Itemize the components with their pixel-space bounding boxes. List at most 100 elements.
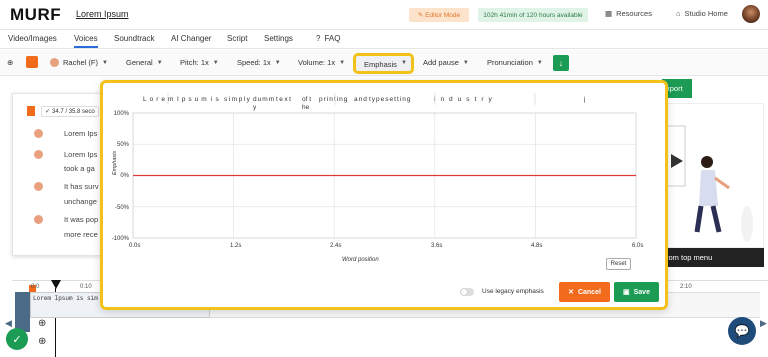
volume-label: Volume: 1x	[298, 58, 336, 67]
block-type-button[interactable]	[26, 56, 38, 68]
script-block: ✓ 34.7 / 35.8 seco Lorem Ips Lorem Ips t…	[12, 93, 107, 256]
add-track-icon[interactable]: ⊕	[38, 318, 46, 329]
x-tick-label: 0.0s	[129, 243, 141, 249]
resources-label: Resources	[616, 9, 652, 18]
pitch-label: Pitch: 1x	[180, 58, 209, 67]
voice-label: Rachel (F)	[63, 58, 99, 67]
reset-button[interactable]: Reset	[606, 258, 631, 270]
chevron-down-icon: ▼	[339, 59, 346, 66]
chevron-down-icon: ▼	[536, 59, 543, 66]
check-icon: ✓	[45, 109, 51, 115]
chevron-down-icon: ▼	[462, 59, 469, 66]
studio-home-label: Studio Home	[684, 9, 728, 18]
chevron-down-icon: ▼	[212, 59, 219, 66]
murf-logo[interactable]: MURF	[10, 5, 61, 25]
playhead-icon[interactable]	[51, 280, 61, 289]
speed-select[interactable]: Speed: 1x ▼	[237, 58, 281, 67]
main-tabs: Video/Images Voices Soundtrack AI Change…	[0, 30, 768, 49]
tab-soundtrack[interactable]: Soundtrack	[114, 34, 154, 43]
track-handle[interactable]	[15, 292, 30, 332]
emphasis-chart[interactable]	[103, 83, 671, 263]
time-available-badge: 102h 41min of 120 hours available	[478, 8, 588, 22]
add-pause-select[interactable]: Add pause ▼	[423, 58, 469, 67]
tab-ai-changer[interactable]: AI Changer	[171, 34, 211, 43]
script-line[interactable]: took a ga	[64, 164, 95, 173]
add-track-icon[interactable]: ⊕	[38, 336, 46, 347]
user-avatar[interactable]	[742, 5, 760, 23]
timeline-tick: 0:10	[80, 284, 92, 290]
y-tick-label: 50%	[116, 142, 129, 148]
studio-home-link[interactable]: ⌂ Studio Home	[676, 9, 728, 18]
y-tick-label: -100%	[111, 236, 129, 242]
pitch-select[interactable]: Pitch: 1x ▼	[180, 58, 219, 67]
download-icon[interactable]: ↓	[553, 55, 569, 71]
script-line[interactable]: It has surv	[64, 182, 99, 191]
y-tick-label: 100%	[113, 111, 129, 117]
project-title[interactable]: Lorem Ipsum	[76, 9, 129, 19]
x-tick-label: 6.0s	[632, 243, 644, 249]
speed-label: Speed: 1x	[237, 58, 271, 67]
add-pause-label: Add pause	[423, 58, 459, 67]
tab-video-images[interactable]: Video/Images	[8, 34, 57, 43]
speaker-avatar[interactable]	[34, 182, 43, 191]
top-bar: MURF Lorem Ipsum ✎ Editor Mode 102h 41mi…	[0, 0, 768, 30]
speaker-avatar[interactable]	[34, 129, 43, 138]
save-button[interactable]: ▣ Save	[614, 282, 659, 302]
tab-faq[interactable]: ? FAQ	[316, 34, 340, 43]
script-line[interactable]: Lorem Ips	[64, 129, 97, 138]
y-tick-label: -50%	[114, 205, 129, 211]
speaker-avatar[interactable]	[34, 215, 43, 224]
style-select[interactable]: General ▼	[126, 58, 163, 67]
volume-select[interactable]: Volume: 1x ▼	[298, 58, 345, 67]
emphasis-modal: Lorem Ipsum is simply dumm y text of t h…	[100, 80, 668, 310]
chevron-down-icon: ▼	[400, 60, 407, 66]
x-tick-label: 4.8s	[531, 243, 543, 249]
resources-icon: ▦	[605, 9, 613, 18]
editor-mode-badge[interactable]: ✎ Editor Mode	[409, 8, 469, 22]
emphasis-label: Emphasis	[364, 60, 397, 69]
tab-settings[interactable]: Settings	[264, 34, 293, 43]
voice-select[interactable]: Rachel (F) ▼	[50, 58, 108, 67]
pronunciation-label: Pronunciation	[487, 58, 533, 67]
style-label: General	[126, 58, 153, 67]
scroll-left-icon[interactable]: ◀	[5, 318, 12, 329]
check-circle-icon[interactable]: ✓	[6, 328, 28, 350]
block-icon	[27, 106, 35, 116]
script-line[interactable]: unchange	[64, 197, 97, 206]
tab-voices[interactable]: Voices	[74, 34, 98, 48]
legacy-emphasis-toggle[interactable]	[460, 288, 474, 296]
cancel-button[interactable]: ✕ Cancel	[559, 282, 610, 302]
resources-link[interactable]: ▦ Resources	[605, 9, 652, 18]
home-icon: ⌂	[676, 9, 681, 18]
add-block-icon[interactable]: ⊕	[7, 58, 13, 67]
top-menu-hint: rom top menu	[656, 248, 764, 267]
help-icon: ?	[316, 34, 321, 43]
y-axis-label: Emphasis	[112, 150, 118, 175]
timeline-tick: 0:0	[31, 284, 40, 290]
x-tick-label: 3.6s	[431, 243, 443, 249]
chat-icon[interactable]: 💬	[728, 317, 756, 345]
script-line[interactable]: It was pop	[64, 215, 98, 224]
tab-script[interactable]: Script	[227, 34, 247, 43]
x-axis-label: Word position	[342, 257, 379, 263]
illustration-image	[656, 103, 764, 248]
x-tick-label: 1.2s	[230, 243, 242, 249]
editor-mode-label: Editor Mode	[425, 11, 461, 19]
script-line[interactable]: Lorem Ips	[64, 150, 97, 159]
chevron-down-icon: ▼	[274, 59, 281, 66]
script-line[interactable]: more rece	[64, 230, 98, 239]
scroll-right-icon[interactable]: ▶	[760, 318, 767, 329]
cancel-label: Cancel	[577, 288, 601, 296]
voice-avatar	[50, 58, 59, 67]
emphasis-select[interactable]: Emphasis ▼	[353, 53, 414, 74]
pronunciation-select[interactable]: Pronunciation ▼	[487, 58, 543, 67]
x-tick-label: 2.4s	[330, 243, 342, 249]
chevron-down-icon: ▼	[102, 59, 108, 66]
faq-label: FAQ	[324, 34, 341, 43]
close-icon: ✕	[568, 289, 574, 296]
save-icon: ▣	[623, 289, 630, 296]
block-duration: 34.7 / 35.8 seco	[52, 108, 95, 115]
speaker-avatar[interactable]	[34, 150, 43, 159]
pencil-icon: ✎	[417, 12, 426, 19]
save-label: Save	[633, 288, 650, 296]
